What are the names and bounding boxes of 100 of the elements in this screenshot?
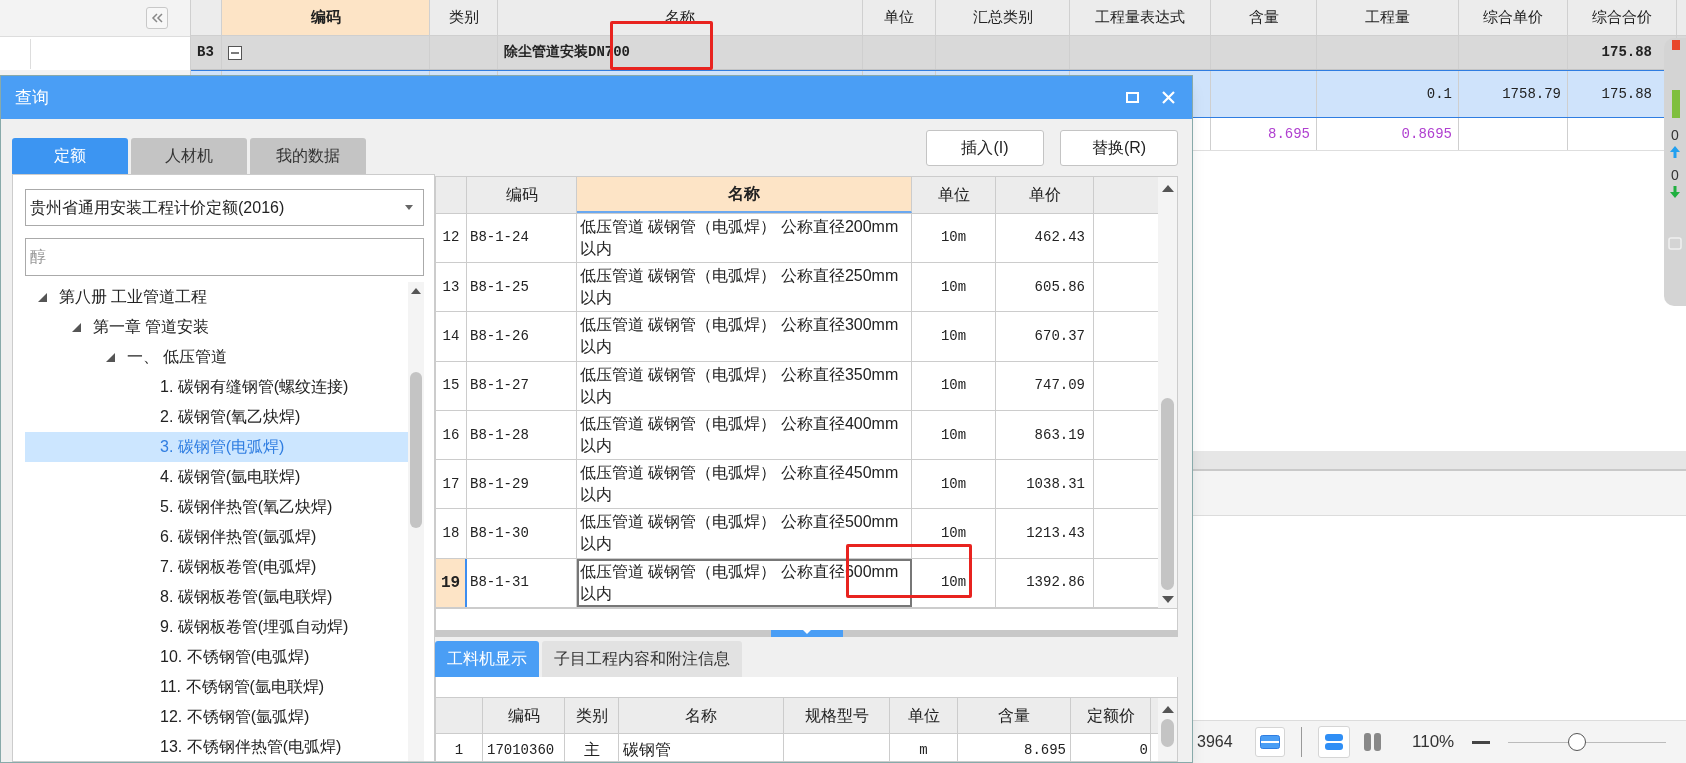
scroll-thumb[interactable] [1161, 398, 1174, 590]
row-number: 17 [436, 460, 467, 509]
quota-name-cell: 低压管道 碳钢管（电弧焊） 公称直径450mm以内 [577, 460, 912, 509]
table-row[interactable]: 12 B8-1-24 低压管道 碳钢管（电弧焊） 公称直径200mm以内 10m 462.43 [436, 213, 1158, 264]
row-number: 18 [436, 509, 467, 558]
table-cell: 605.86 [996, 263, 1094, 312]
collapse-triangle-icon[interactable] [38, 292, 47, 302]
table-row[interactable]: 18 B8-1-30 低压管道 碳钢管（电弧焊） 公称直径500mm以内 10m 1213.43 [436, 509, 1158, 559]
table-cell: 10m [912, 460, 996, 509]
tab[interactable]: 我的数据 [250, 138, 366, 174]
scrollbar[interactable] [408, 282, 424, 761]
scroll-up-icon[interactable] [1161, 706, 1174, 713]
tree-item[interactable]: 10. 不锈钢管(电弧焊) [25, 642, 408, 672]
slider-thumb[interactable] [1568, 733, 1587, 751]
tree-item[interactable]: 1. 碳钢有缝钢管(螺纹连接) [25, 372, 408, 402]
table-cell: 10m [912, 312, 996, 361]
table-cell: B8-1-24 [467, 213, 577, 263]
scroll-up-icon[interactable] [1161, 185, 1174, 192]
collapse-triangle-icon[interactable] [72, 322, 81, 332]
quota-name-cell: 低压管道 碳钢管（电弧焊） 公称直径400mm以内 [577, 410, 912, 460]
table-row[interactable]: 13 B8-1-25 低压管道 碳钢管（电弧焊） 公称直径250mm以内 10m 605.86 [436, 263, 1158, 313]
scrollbar[interactable] [1158, 177, 1177, 608]
minus-icon [1472, 740, 1491, 744]
scroll-up-icon[interactable] [411, 288, 421, 294]
tree-label: 1. 碳钢有缝钢管(螺纹连接) [160, 377, 349, 397]
table-cell: 1392.86 [996, 558, 1094, 607]
row-number: 19 [436, 558, 467, 607]
splitter[interactable] [435, 630, 1178, 637]
tree-item[interactable]: 一、 低压管道 [25, 342, 408, 372]
tree-label: 10. 不锈钢管(电弧焊) [160, 647, 310, 667]
tree-label: 一、 低压管道 [127, 347, 228, 367]
scrollbar[interactable] [1158, 698, 1177, 761]
table-cell: 10m [912, 410, 996, 460]
table-cell: B8-1-27 [467, 361, 577, 410]
table-cell: B8-1-25 [467, 263, 577, 312]
tree-label: 13. 不锈钢伴热管(电弧焊) [160, 737, 342, 757]
table-cell-text: 0.1 [1426, 84, 1452, 104]
tree-label: 9. 碳钢板卷管(埋弧自动焊) [160, 617, 349, 637]
arrow-up-icon [1670, 146, 1680, 158]
tab[interactable]: 子目工程内容和附注信息 [542, 641, 742, 677]
tab[interactable]: 人材机 [131, 138, 247, 174]
row-number: 15 [436, 361, 467, 410]
scroll-down-icon[interactable] [1161, 596, 1174, 603]
table-cell: 主 [565, 734, 619, 761]
tree-label: 第一章 管道安装 [93, 317, 210, 337]
zoom-slider[interactable] [1508, 732, 1667, 752]
table-cell-text: 0.8695 [1401, 124, 1452, 144]
status-text: 3964 [1197, 732, 1234, 752]
stacked-layout-button[interactable] [1318, 726, 1350, 758]
scroll-thumb[interactable] [1161, 719, 1174, 747]
splitter-handle[interactable] [770, 630, 843, 637]
columns-icon [1364, 733, 1382, 751]
stacked-rows-icon [1325, 734, 1343, 750]
counter-text: 0 [1671, 168, 1679, 182]
search-field[interactable]: 醇 [25, 238, 424, 276]
tree-item[interactable]: 4. 碳钢管(氩电联焊) [25, 462, 408, 492]
quota-name-cell: 低压管道 碳钢管（电弧焊） 公称直径350mm以内 [577, 361, 912, 410]
quota-name-cell: 低压管道 碳钢管（电弧焊） 公称直径500mm以内 [577, 509, 912, 558]
dialog-button[interactable]: 插入(I) [926, 129, 1044, 166]
row-number: 12 [436, 213, 467, 263]
tree-label: 3. 碳钢管(电弧焊) [160, 437, 285, 457]
dialog-button[interactable]: 替换(R) [1060, 129, 1178, 166]
tree-item[interactable]: 7. 碳钢板卷管(电弧焊) [25, 552, 408, 582]
table-row[interactable]: 14 B8-1-26 低压管道 碳钢管（电弧焊） 公称直径300mm以内 10m 670.37 [436, 312, 1158, 362]
tree-item[interactable]: 12. 不锈钢管(氩弧焊) [25, 702, 408, 732]
row-number: 14 [436, 312, 467, 361]
quota-name-cell: 低压管道 碳钢管（电弧焊） 公称直径250mm以内 [577, 263, 912, 312]
table-cell: m [890, 734, 958, 761]
table-cell: 10m [912, 263, 996, 312]
table-cell: 1038.31 [996, 460, 1094, 509]
collapse-triangle-icon[interactable] [106, 352, 115, 362]
collapse-button[interactable] [146, 7, 168, 29]
status-indicator-icon [1670, 40, 1680, 118]
tree-label: 5. 碳钢伴热管(氧乙炔焊) [160, 497, 333, 517]
tree-item[interactable]: 11. 不锈钢管(氩电联焊) [25, 672, 408, 702]
table-row[interactable]: 15 B8-1-27 低压管道 碳钢管（电弧焊） 公称直径350mm以内 10m 747.09 [436, 361, 1158, 411]
table-row[interactable]: 16 B8-1-28 低压管道 碳钢管（电弧焊） 公称直径400mm以内 10m 863.19 [436, 410, 1158, 461]
quota-name-cell: 低压管道 碳钢管（电弧焊） 公称直径200mm以内 [577, 213, 912, 263]
table-cell: 碳钢管 [619, 734, 784, 761]
tree-item[interactable]: 2. 碳钢管(氧乙炔焊) [25, 402, 408, 432]
layout-button[interactable] [1255, 727, 1285, 757]
row-number: 13 [436, 263, 467, 312]
row-number: 16 [436, 410, 467, 460]
tree-item[interactable]: 6. 碳钢伴热管(氩弧焊) [25, 522, 408, 552]
tree-label: 4. 碳钢管(氩电联焊) [160, 467, 301, 487]
tree-item[interactable]: 5. 碳钢伴热管(氧乙炔焊) [25, 492, 408, 522]
tree-item[interactable]: 9. 碳钢板卷管(埋弧自动焊) [25, 612, 408, 642]
table-cell: B8-1-31 [467, 558, 577, 607]
dialog-title: 查询 [15, 86, 49, 109]
library-dropdown[interactable]: 贵州省通用安装工程计价定额(2016) [25, 189, 424, 226]
scroll-thumb[interactable] [410, 372, 422, 528]
tree-item[interactable]: 8. 碳钢板卷管(氩电联焊) [25, 582, 408, 612]
table-cell: 10m [912, 213, 996, 263]
collapse-icon[interactable] [228, 45, 242, 60]
maximize-icon [1125, 92, 1139, 103]
tree-item[interactable]: 13. 不锈钢伴热管(电弧焊) [25, 732, 408, 762]
split-rows-icon [1260, 735, 1280, 749]
table-row[interactable]: 17 B8-1-29 低压管道 碳钢管（电弧焊） 公称直径450mm以内 10m 1038.31 [436, 460, 1158, 510]
tree-item[interactable]: 第八册 工业管道工程 [25, 282, 408, 312]
tree-item[interactable]: 第一章 管道安装 [25, 312, 408, 342]
